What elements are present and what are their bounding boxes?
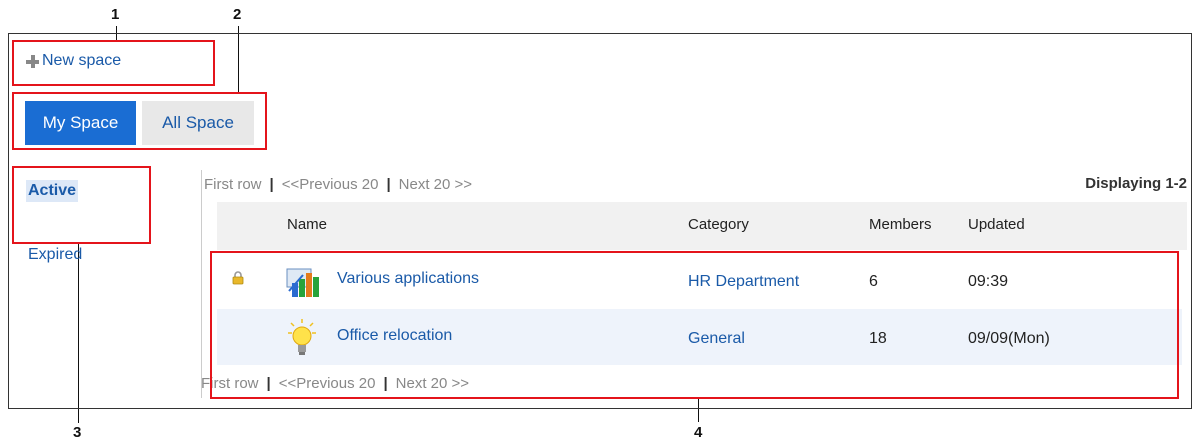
pager-sep: | <box>386 176 391 193</box>
highlight-box-3 <box>12 166 151 244</box>
displaying-count: Displaying 1-2 <box>1085 175 1187 192</box>
highlight-box-2 <box>12 92 267 150</box>
pager-first: First row <box>204 176 262 193</box>
pager-prev: <<Previous 20 <box>281 176 379 193</box>
header-members: Members <box>869 216 932 233</box>
callout-4: 4 <box>694 424 703 441</box>
sidebar-item-expired[interactable]: Expired <box>26 244 84 266</box>
pager-top: First row | <<Previous 20 | Next 20 >> <box>204 176 472 193</box>
callout-1: 1 <box>111 6 120 23</box>
pager-next: Next 20 >> <box>398 176 473 193</box>
highlight-box-1 <box>12 40 215 86</box>
divider <box>201 170 202 398</box>
callout-3: 3 <box>73 424 82 441</box>
callout-2: 2 <box>233 6 242 23</box>
highlight-box-4 <box>210 251 1179 399</box>
pager-sep: | <box>269 176 274 193</box>
header-category: Category <box>688 216 749 233</box>
header-updated: Updated <box>968 216 1025 233</box>
header-name: Name <box>287 216 328 233</box>
